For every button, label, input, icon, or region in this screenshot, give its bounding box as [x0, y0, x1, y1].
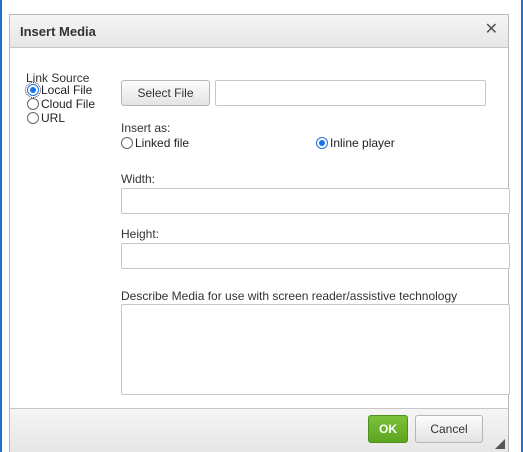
radio-url[interactable]: URL	[27, 111, 65, 125]
width-input[interactable]	[121, 188, 510, 214]
dialog-footer: OK Cancel	[10, 408, 508, 452]
radio-cloud-file[interactable]: Cloud File	[27, 97, 95, 111]
height-input[interactable]	[121, 243, 510, 269]
resize-grip-icon[interactable]	[495, 439, 505, 449]
close-icon[interactable]: ✕	[485, 22, 498, 38]
radio-button[interactable]	[27, 98, 39, 110]
description-label: Describe Media for use with screen reade…	[121, 289, 458, 303]
radio-button[interactable]	[25, 82, 41, 98]
select-file-button[interactable]: Select File	[121, 80, 210, 106]
description-textarea[interactable]	[121, 304, 510, 395]
dialog-titlebar[interactable]: Insert Media ✕	[10, 15, 508, 48]
width-label: Width:	[121, 172, 156, 186]
radio-button[interactable]	[121, 137, 133, 149]
radio-label: URL	[41, 111, 66, 125]
dialog-title: Insert Media	[20, 24, 96, 39]
file-path-input[interactable]	[215, 80, 486, 106]
radio-inline-player[interactable]: Inline player	[316, 136, 395, 150]
ok-button[interactable]: OK	[368, 415, 408, 443]
insert-media-dialog: Insert Media ✕ Link Source Local File Cl…	[9, 14, 510, 452]
insert-as-label: Insert as:	[121, 121, 171, 135]
radio-label: Inline player	[330, 136, 395, 150]
radio-local-file[interactable]: Local File	[25, 82, 93, 98]
radio-button[interactable]	[316, 137, 328, 149]
radio-label: Cloud File	[41, 97, 96, 111]
radio-label: Linked file	[135, 136, 190, 150]
window-edge-left	[0, 0, 2, 452]
radio-linked-file[interactable]: Linked file	[121, 136, 189, 150]
radio-label: Local File	[41, 83, 93, 97]
cancel-button[interactable]: Cancel	[415, 415, 483, 443]
height-label: Height:	[121, 227, 160, 241]
radio-button[interactable]	[27, 112, 39, 124]
